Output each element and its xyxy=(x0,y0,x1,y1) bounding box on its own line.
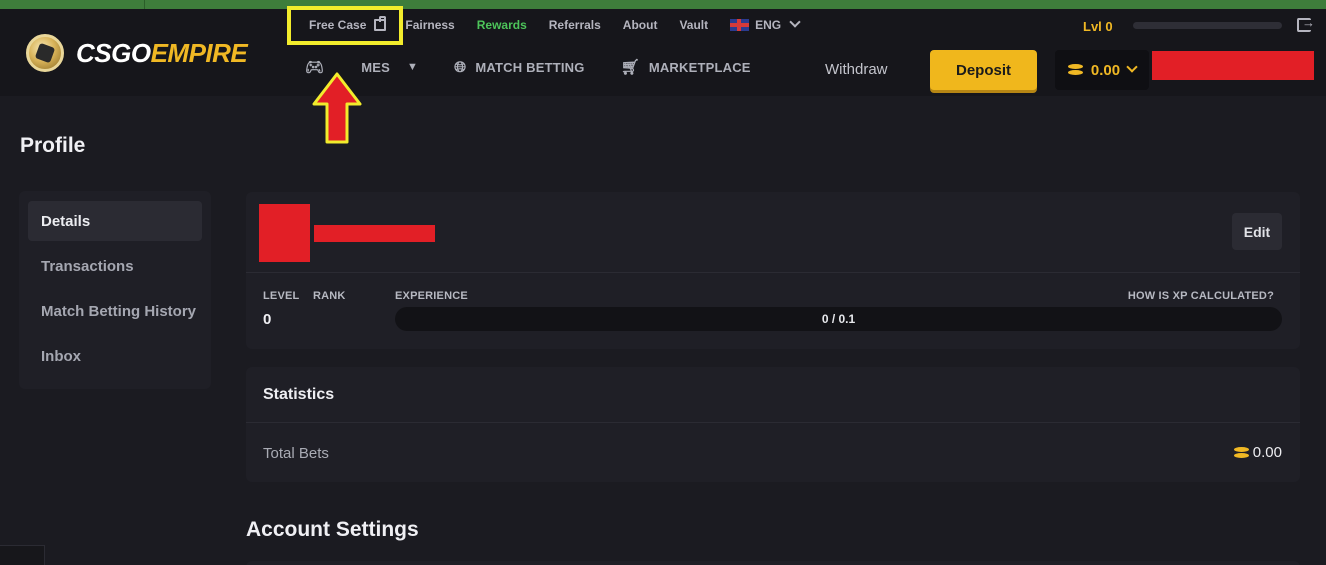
level-label: LEVEL xyxy=(263,290,300,302)
redacted-username xyxy=(314,225,435,242)
referrals-link[interactable]: Referrals xyxy=(549,18,601,32)
nav-marketplace[interactable]: 🛒︎ MARKETPLACE xyxy=(621,58,751,76)
redacted-username-box xyxy=(1152,51,1314,80)
experience-progress-text: 0 / 0.1 xyxy=(821,312,856,326)
coins-icon xyxy=(1067,64,1083,76)
logo-coin-icon xyxy=(26,34,64,72)
level-progress-bar xyxy=(1133,22,1282,29)
about-link[interactable]: About xyxy=(623,18,658,32)
xp-calculation-link[interactable]: HOW IS XP CALCULATED? xyxy=(1128,290,1274,302)
total-bets-value: 0.00 xyxy=(1252,444,1282,461)
balance-dropdown[interactable]: 0.00 xyxy=(1055,50,1149,90)
nav-marketplace-label: MARKETPLACE xyxy=(648,59,751,75)
balance-value: 0.00 xyxy=(1090,61,1121,79)
experience-label: EXPERIENCE xyxy=(395,290,468,302)
rank-label: RANK xyxy=(313,290,346,302)
statistics-title: Statistics xyxy=(263,386,335,403)
sidebar-item-match-betting-history[interactable]: Match Betting History xyxy=(28,291,202,331)
edit-profile-button[interactable]: Edit xyxy=(1232,213,1282,250)
experience-progress-bar: 0 / 0.1 xyxy=(395,307,1282,331)
fairness-link[interactable]: Fairness xyxy=(405,18,454,32)
sidebar-item-inbox[interactable]: Inbox xyxy=(28,336,202,376)
nav-match-betting-label: MATCH BETTING xyxy=(475,59,585,75)
language-selector[interactable]: ENG xyxy=(730,16,801,32)
divider xyxy=(246,272,1300,273)
gift-icon xyxy=(374,15,387,31)
uk-flag-icon xyxy=(730,19,750,31)
statistics-card: Statistics Total Bets 0.00 xyxy=(246,367,1300,482)
account-settings-card xyxy=(246,561,1300,565)
annotation-arrow-icon xyxy=(312,72,362,144)
logo-wordmark: CSGOEMPIRE xyxy=(76,37,248,68)
top-navigation-bar: CSGOEMPIRE Free Case Fairness Rewards Re… xyxy=(0,5,1326,96)
nav-match-betting[interactable]: 🌐︎ MATCH BETTING xyxy=(454,59,584,76)
caret-down-icon: ▼ xyxy=(407,61,419,73)
chat-toggle-tab[interactable] xyxy=(0,545,45,565)
logout-icon[interactable] xyxy=(1297,15,1315,32)
chevron-down-icon xyxy=(1126,61,1138,73)
main-navigation: 🎮︎ MES ▼ 🌐︎ MATCH BETTING 🛒︎ MARKETPLACE xyxy=(305,58,787,77)
level-indicator: Lvl 0 xyxy=(1083,19,1113,34)
user-details-card: Edit LEVEL RANK EXPERIENCE HOW IS XP CAL… xyxy=(246,192,1300,349)
page-title: Profile xyxy=(20,134,86,157)
divider xyxy=(246,422,1300,423)
top-green-strip xyxy=(0,0,1326,9)
total-bets-value-group: 0.00 xyxy=(1233,444,1282,461)
profile-sidebar: Details Transactions Match Betting Histo… xyxy=(19,191,211,389)
withdraw-button[interactable]: Withdraw xyxy=(825,61,888,78)
chevron-down-icon xyxy=(789,16,801,28)
redacted-avatar xyxy=(259,204,310,262)
language-label: ENG xyxy=(755,18,782,32)
rewards-link[interactable]: Rewards xyxy=(477,18,527,32)
coins-icon xyxy=(1233,446,1249,459)
site-logo[interactable]: CSGOEMPIRE xyxy=(26,33,248,73)
nav-games-label: MES xyxy=(361,59,391,75)
vault-link[interactable]: Vault xyxy=(679,18,708,32)
free-case-label: Free Case xyxy=(309,17,367,32)
sidebar-item-transactions[interactable]: Transactions xyxy=(28,246,202,286)
level-value: 0 xyxy=(263,311,272,328)
secondary-links: Free Case Fairness Rewards Referrals Abo… xyxy=(287,5,821,45)
free-case-link[interactable]: Free Case xyxy=(287,5,404,45)
deposit-button[interactable]: Deposit xyxy=(930,50,1037,90)
sidebar-item-details[interactable]: Details xyxy=(28,201,202,241)
total-bets-label: Total Bets xyxy=(263,445,329,462)
globe-icon: 🌐︎ xyxy=(454,58,467,76)
account-settings-title: Account Settings xyxy=(246,518,419,541)
cart-icon: 🛒︎ xyxy=(620,59,640,76)
